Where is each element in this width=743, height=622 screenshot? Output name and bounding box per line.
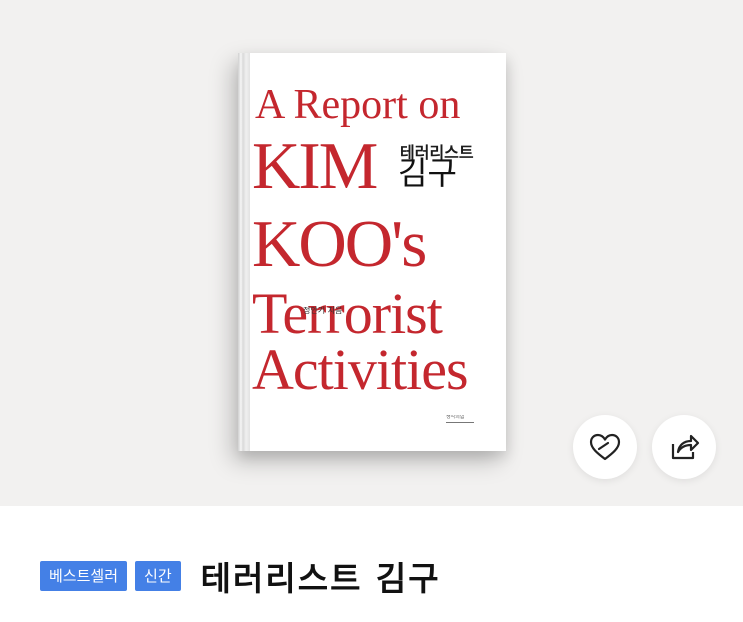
share-button[interactable] bbox=[652, 415, 716, 479]
like-button[interactable] bbox=[573, 415, 637, 479]
bestseller-badge: 베스트셀러 bbox=[40, 561, 128, 591]
cover-title-line-3: KOO's bbox=[252, 207, 427, 281]
product-title: 테러리스트 김구 bbox=[200, 559, 441, 598]
cover-title-line-1: A Report on bbox=[255, 82, 461, 128]
product-image-area: A Report on KIM KOO's Terrorist Activiti… bbox=[0, 0, 743, 506]
heart-outline-icon bbox=[588, 432, 622, 462]
book-spine bbox=[238, 53, 250, 451]
cover-publisher: 생각의힘 bbox=[446, 415, 474, 423]
cover-korean-title: 김구 bbox=[398, 154, 457, 192]
share-icon bbox=[668, 432, 700, 462]
cover-author: 정안기 지음 bbox=[303, 306, 343, 315]
product-title-row: 베스트셀러 신간 테러리스트 김구 bbox=[40, 555, 441, 598]
product-page: A Report on KIM KOO's Terrorist Activiti… bbox=[0, 0, 743, 622]
new-release-badge: 신간 bbox=[135, 561, 181, 591]
cover-title-line-2: KIM bbox=[252, 129, 378, 203]
book-cover[interactable]: A Report on KIM KOO's Terrorist Activiti… bbox=[238, 53, 506, 451]
cover-title-line-4: Terrorist bbox=[252, 281, 443, 346]
cover-title-line-5: Activities bbox=[252, 337, 469, 402]
